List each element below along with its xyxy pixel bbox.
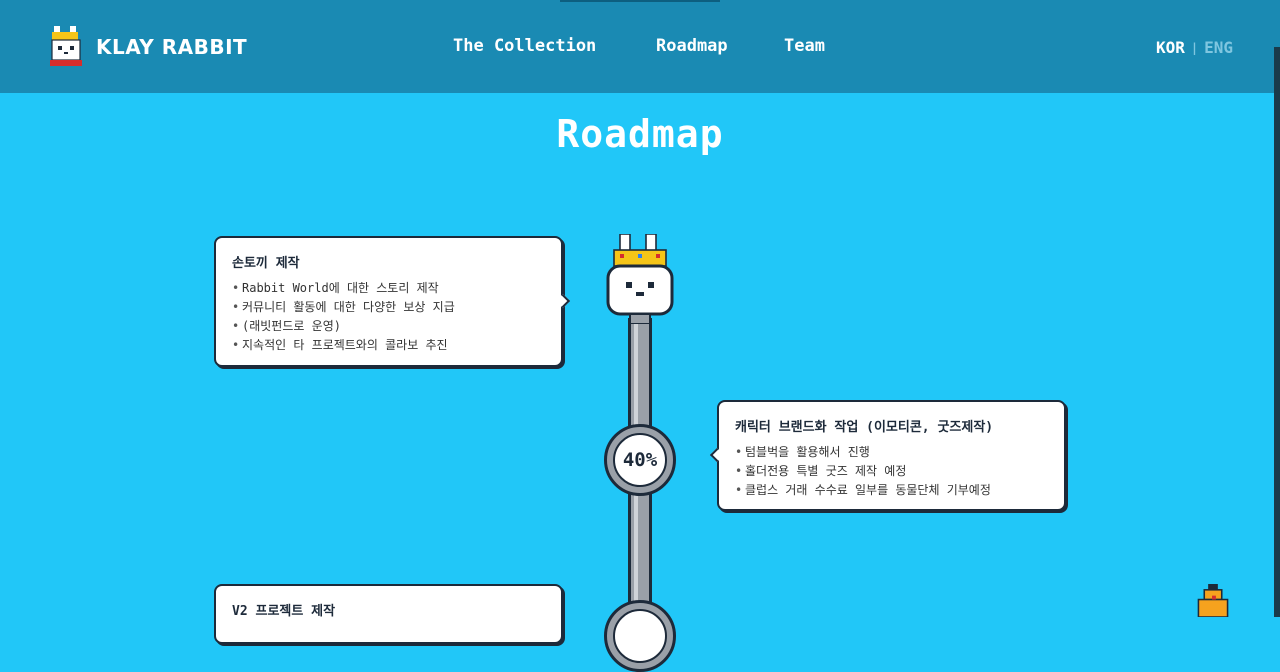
milestone-title: 캐릭터 브랜드화 작업 (이모티콘, 굿즈제작) <box>735 420 994 435</box>
brand-name: KLAY RABBIT <box>96 35 248 59</box>
progress-badge: 40% <box>604 424 676 496</box>
site-header: KLAY RABBIT The Collection Roadmap Team … <box>0 0 1280 93</box>
lang-kor[interactable]: KOR <box>1156 38 1185 57</box>
lang-eng[interactable]: ENG <box>1204 38 1233 57</box>
milestone-card-1: 손토끼 제작 Rabbit World에 대한 스토리 제작 커뮤니티 활동에 … <box>214 236 571 367</box>
milestone-card-2: 캐릭터 브랜드화 작업 (이모티콘, 굿즈제작) 텀블벅을 활용해서 진행 홀더… <box>709 400 1066 511</box>
milestone-title: 손토끼 제작 <box>232 256 300 271</box>
milestone-item: 홀더전용 특별 굿즈 제작 예정 <box>735 462 1048 481</box>
milestone-items: Rabbit World에 대한 스토리 제작 커뮤니티 활동에 대한 다양한 … <box>232 279 545 355</box>
page-title: Roadmap <box>556 112 724 156</box>
lang-separator: | <box>1190 40 1199 55</box>
orange-character-icon <box>1197 584 1229 617</box>
milestone-card-3: V2 프로젝트 제작 <box>214 584 563 644</box>
progress-badge-inner <box>613 609 667 663</box>
crowned-rabbit-icon <box>606 234 674 324</box>
language-switcher: KOR | ENG <box>1156 38 1233 57</box>
milestone-item: 지속적인 타 프로젝트와의 콜라보 추진 <box>232 336 545 355</box>
milestone-item: (래빗펀드로 운영) <box>232 317 545 336</box>
brand-logo[interactable]: KLAY RABBIT <box>46 26 247 68</box>
milestone-items: 텀블벅을 활용해서 진행 홀더전용 특별 굿즈 제작 예정 클럽스 거래 수수료… <box>735 443 1048 500</box>
timeline-pole-segment <box>628 494 652 609</box>
milestone-item: 텀블벅을 활용해서 진행 <box>735 443 1048 462</box>
timeline-pole-segment <box>628 318 652 428</box>
card-pointer <box>709 447 725 463</box>
milestone-title: V2 프로젝트 제작 <box>232 604 336 619</box>
nav-roadmap[interactable]: Roadmap <box>656 36 728 56</box>
progress-badge-next <box>604 600 676 672</box>
rabbit-logo-icon <box>50 26 82 66</box>
scrollbar-track-top <box>1274 0 1280 47</box>
progress-label: 40% <box>613 433 667 487</box>
nav-the-collection[interactable]: The Collection <box>453 36 596 56</box>
header-accent-line <box>560 0 720 2</box>
milestone-item: Rabbit World에 대한 스토리 제작 <box>232 279 545 298</box>
card-pointer <box>555 293 571 309</box>
milestone-item: 커뮤니티 활동에 대한 다양한 보상 지급 <box>232 298 545 317</box>
nav-team[interactable]: Team <box>784 36 825 56</box>
milestone-item: 클럽스 거래 수수료 일부를 동물단체 기부예정 <box>735 481 1048 500</box>
